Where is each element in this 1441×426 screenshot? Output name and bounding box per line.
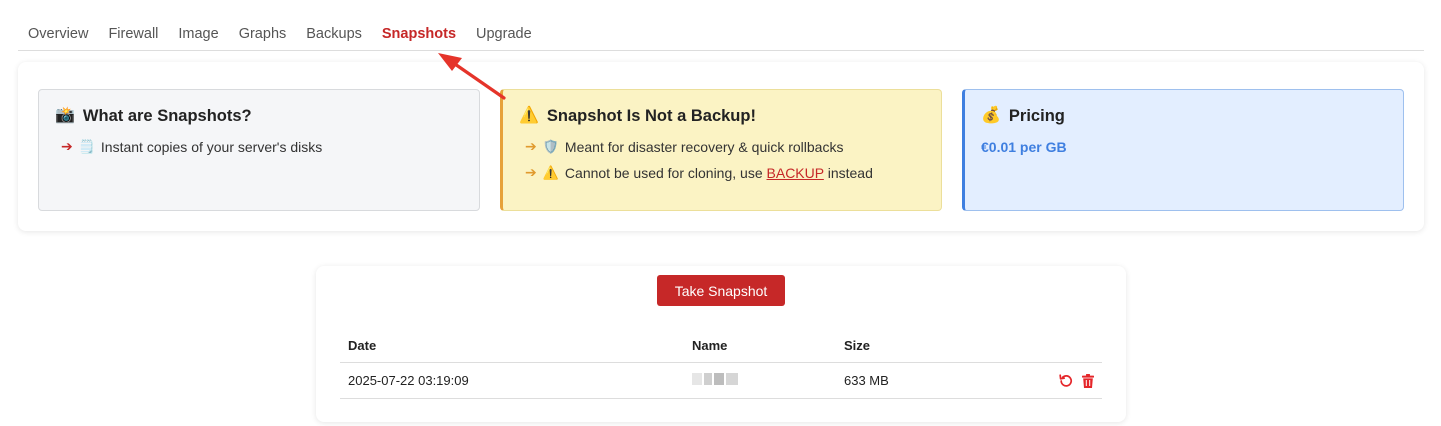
restore-icon[interactable] bbox=[1058, 373, 1074, 389]
table-header: Date Name Size bbox=[340, 328, 1102, 363]
card-warn-title-text: Snapshot Is Not a Backup! bbox=[546, 106, 756, 125]
column-date: Date bbox=[348, 337, 377, 353]
card-warn-line-2-after: instead bbox=[827, 164, 873, 181]
card-warn-line-2-before: Cannot be used for cloning, use bbox=[564, 164, 763, 181]
card-price-title-text: Pricing bbox=[1008, 106, 1065, 125]
backup-link[interactable]: BACKUP bbox=[767, 165, 824, 181]
card-not-a-backup: ⚠️ Snapshot Is Not a Backup! ➔ 🛡️ Meant … bbox=[500, 89, 942, 211]
snapshots-panel: Take Snapshot Date Name Size 2025-07-22 … bbox=[316, 266, 1126, 422]
arrow-right-icon: ➔ bbox=[61, 138, 73, 154]
column-name: Name bbox=[692, 337, 728, 353]
tab-image[interactable]: Image bbox=[168, 24, 228, 50]
card-warn-title: ⚠️ Snapshot Is Not a Backup! bbox=[519, 105, 925, 127]
card-warn-line-1: ➔ 🛡️ Meant for disaster recovery & quick… bbox=[519, 138, 925, 155]
card-pricing: 💰 Pricing €0.01 per GB bbox=[962, 89, 1404, 211]
row-actions bbox=[1058, 363, 1096, 398]
take-snapshot-button[interactable]: Take Snapshot bbox=[657, 275, 785, 306]
tab-backups[interactable]: Backups bbox=[296, 24, 372, 50]
snapshot-size: 633 MB bbox=[844, 373, 889, 388]
table-row: 2025-07-22 03:19:09 633 MB bbox=[340, 363, 1102, 399]
tab-firewall[interactable]: Firewall bbox=[98, 24, 168, 50]
camera-icon: 📸 bbox=[55, 107, 75, 124]
tab-upgrade[interactable]: Upgrade bbox=[466, 24, 542, 50]
shield-icon: 🛡️ bbox=[542, 139, 559, 154]
info-panel: 📸 What are Snapshots? ➔ 🗒️ Instant copie… bbox=[18, 62, 1424, 231]
snapshot-name bbox=[692, 363, 738, 398]
card-what-title: 📸 What are Snapshots? bbox=[55, 105, 463, 127]
arrow-right-icon: ➔ bbox=[525, 138, 537, 154]
warning-icon: ⚠️ bbox=[519, 107, 539, 124]
card-warn-line-2-text: Cannot be used for cloning, use BACKUP i… bbox=[565, 165, 873, 181]
price-value: €0.01 per GB bbox=[981, 139, 1067, 155]
card-what-line: ➔ 🗒️ Instant copies of your server's dis… bbox=[55, 138, 463, 155]
card-what-title-text: What are Snapshots? bbox=[82, 106, 252, 125]
card-warn-line-1-text: Meant for disaster recovery & quick roll… bbox=[564, 138, 844, 155]
warning-icon: ⚠️ bbox=[542, 165, 559, 180]
tab-bar: Overview Firewall Image Graphs Backups S… bbox=[18, 24, 1424, 51]
card-what-are-snapshots: 📸 What are Snapshots? ➔ 🗒️ Instant copie… bbox=[38, 89, 480, 211]
card-warn-line-2: ➔ ⚠️ Cannot be used for cloning, use BAC… bbox=[519, 164, 925, 181]
arrow-right-icon: ➔ bbox=[525, 164, 537, 180]
card-price-title: 💰 Pricing bbox=[981, 105, 1387, 127]
snapshot-date: 2025-07-22 03:19:09 bbox=[348, 373, 469, 388]
card-what-line-text: Instant copies of your server's disks bbox=[100, 138, 323, 155]
column-size: Size bbox=[844, 337, 871, 353]
tab-graphs[interactable]: Graphs bbox=[229, 24, 297, 50]
redacted-name bbox=[692, 372, 738, 385]
money-bag-icon: 💰 bbox=[981, 107, 1001, 124]
trash-icon[interactable] bbox=[1080, 373, 1096, 389]
tab-overview[interactable]: Overview bbox=[18, 24, 98, 50]
notepad-icon: 🗒️ bbox=[78, 139, 95, 154]
tab-snapshots[interactable]: Snapshots bbox=[372, 24, 466, 50]
